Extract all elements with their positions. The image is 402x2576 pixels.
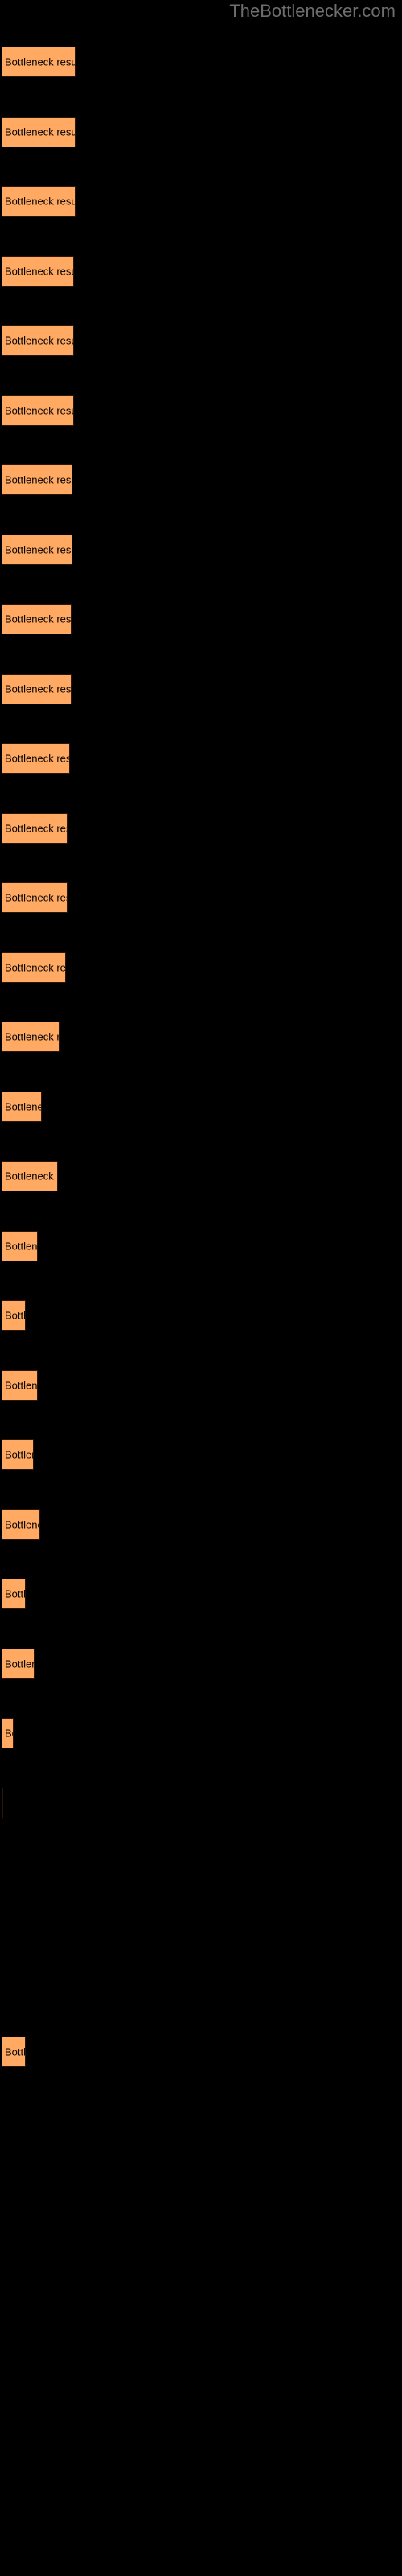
chart-bar-label: Bottleneck result bbox=[5, 891, 67, 904]
chart-bar-label: Bottleneck result bbox=[5, 2046, 26, 2058]
chart-bar-label: Bottleneck result bbox=[5, 404, 73, 417]
chart-bar: Bottleneck result bbox=[2, 186, 76, 217]
chart-bar-label: Bottleneck result bbox=[5, 961, 66, 974]
chart-bar-label: Bottleneck result bbox=[5, 1518, 39, 1531]
chart-bar: Bottleneck result bbox=[2, 395, 74, 426]
bar-chart: TheBottlenecker.com Bottleneck result Bot… bbox=[0, 0, 402, 2576]
chart-bar: Bottleneck result bbox=[2, 1439, 34, 1470]
chart-bar-label: Bottleneck result bbox=[5, 752, 70, 765]
chart-bar-label: Bottleneck result bbox=[5, 1240, 38, 1253]
chart-bar: Bottleneck result bbox=[2, 1718, 14, 1748]
chart-bar-label: Bottleneck result bbox=[5, 543, 72, 556]
chart-bar: Bottleneck result bbox=[2, 256, 74, 287]
chart-bar: Bottleneck result bbox=[2, 117, 76, 147]
chart-bar: Bottleneck result bbox=[2, 2037, 26, 2067]
chart-bar-label: Bottleneck result bbox=[5, 56, 76, 68]
chart-bar-label: Bottleneck result bbox=[5, 613, 72, 625]
chart-bar-label: Bottleneck result bbox=[5, 126, 76, 138]
chart-bar: Bottleneck result bbox=[2, 813, 68, 844]
chart-bar-label: Bottleneck result bbox=[5, 683, 72, 696]
chart-bar: Bottleneck result bbox=[2, 1231, 38, 1261]
chart-bar: Bottleneck result bbox=[2, 952, 66, 983]
chart-bar-label: Bottleneck result bbox=[5, 822, 67, 835]
chart-bar-label: Bottleneck result bbox=[5, 1170, 57, 1183]
chart-bar: Bottleneck result bbox=[2, 47, 76, 77]
chart-bar-label: Bottleneck result bbox=[5, 1379, 38, 1392]
chart-bar: Bottleneck result bbox=[2, 1092, 42, 1122]
chart-bar: Bottleneck result bbox=[2, 535, 72, 565]
chart-bar: Bottleneck result bbox=[2, 1370, 38, 1401]
chart-bar-label: Bottleneck result bbox=[5, 1448, 33, 1461]
chart-bar-label: Bottleneck result bbox=[5, 473, 72, 486]
chart-bar: Bottleneck result bbox=[2, 882, 68, 913]
chart-bar: Bottleneck result bbox=[2, 1022, 60, 1052]
chart-bar-label: Bottleneck result bbox=[5, 1309, 26, 1322]
chart-bar: Bottleneck result bbox=[2, 604, 72, 634]
chart-bar: Bottleneck result bbox=[2, 1649, 35, 1679]
chart-bar: Bottleneck result bbox=[2, 464, 72, 495]
chart-bar-label: Bottleneck result bbox=[5, 1727, 13, 1740]
chart-bar-label: Bottleneck result bbox=[5, 195, 76, 208]
site-watermark: TheBottlenecker.com bbox=[229, 1, 396, 21]
chart-bar: Bottleneck result bbox=[2, 1788, 3, 1818]
chart-bar-label: Bottleneck result bbox=[5, 1657, 34, 1670]
chart-bar: Bottleneck result bbox=[2, 674, 72, 704]
chart-bar-label: Bottleneck result bbox=[5, 1030, 60, 1043]
chart-bar: Bottleneck result bbox=[2, 325, 74, 356]
chart-bar: Bottleneck result bbox=[2, 1300, 26, 1331]
chart-bar: Bottleneck result bbox=[2, 1579, 26, 1609]
chart-bar-label: Bottleneck result bbox=[5, 1587, 26, 1600]
chart-bar-label: Bottleneck result bbox=[5, 1100, 41, 1113]
chart-bar: Bottleneck result bbox=[2, 1509, 40, 1540]
chart-bar: Bottleneck result bbox=[2, 743, 70, 774]
chart-bar-label: Bottleneck result bbox=[5, 265, 73, 278]
chart-bar: Bottleneck result bbox=[2, 1161, 58, 1191]
chart-bar-label: Bottleneck result bbox=[5, 334, 73, 347]
